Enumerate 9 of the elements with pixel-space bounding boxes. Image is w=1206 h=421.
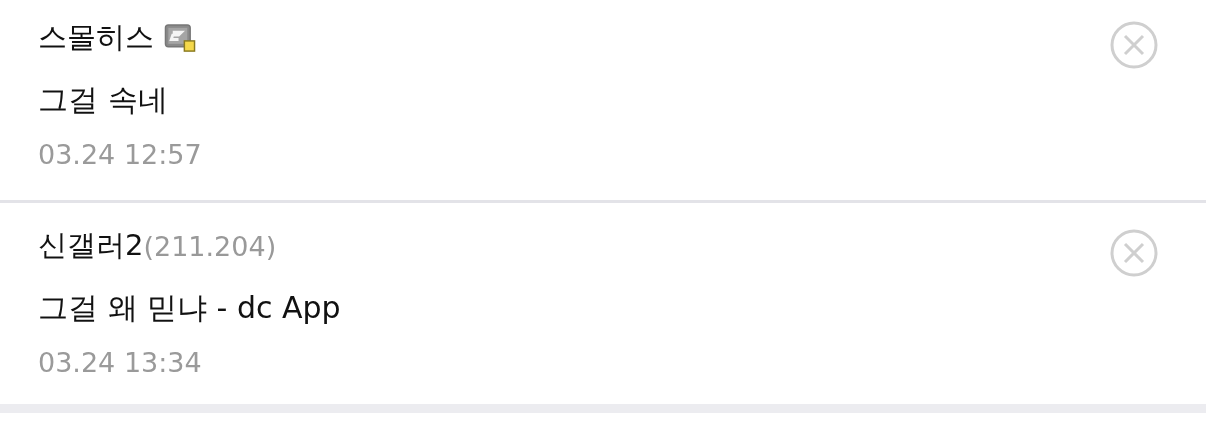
author-name: 스몰히스 [38, 19, 154, 56]
comment-date: 03.24 12:57 [38, 138, 202, 172]
ip-address: (211.204) [143, 230, 277, 262]
comment-text: 그걸 왜 믿냐 - dc App [38, 289, 341, 327]
comment-text: 그걸 속네 [38, 81, 169, 119]
author-name: 신갤러2 [38, 227, 144, 264]
delete-button[interactable] [1110, 21, 1158, 69]
comment-date: 03.24 13:34 [38, 346, 203, 380]
delete-button[interactable] [1110, 229, 1158, 277]
